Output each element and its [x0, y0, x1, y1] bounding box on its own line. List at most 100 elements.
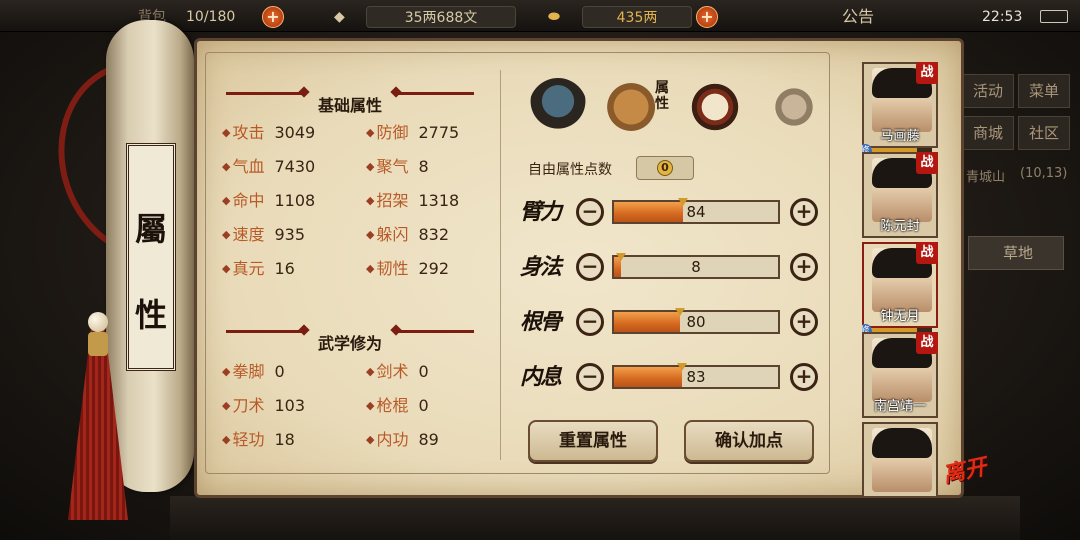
martial-stat-name: 拳脚	[232, 362, 265, 381]
reset-attributes-button[interactable]: 重置属性	[528, 420, 658, 462]
tab-character-hat-icon[interactable]	[529, 78, 587, 136]
martial-stat-value: 0	[418, 362, 429, 381]
basic-stat: ◆ 命中 1108	[222, 190, 315, 212]
diamond-bullet-icon: ◆	[222, 399, 231, 412]
basic-stat-value: 3049	[274, 123, 316, 142]
basic-stat-value: 1318	[418, 191, 460, 210]
martial-stat-value: 0	[418, 396, 429, 415]
decrease-attribute-button[interactable]: −	[576, 198, 604, 226]
martial-stat-value: 18	[274, 430, 295, 449]
bg-menu-menu[interactable]: 菜单	[1018, 74, 1070, 108]
attribute-bar: 8	[612, 253, 780, 279]
diamond-bullet-icon: ◆	[222, 126, 231, 139]
roster-card[interactable]: 战马画藤修	[862, 62, 938, 158]
jade-bead-icon	[88, 312, 108, 332]
roster-card[interactable]	[862, 422, 938, 496]
basic-stat: ◆ 攻击 3049	[222, 122, 315, 144]
diamond-bullet-icon: ◆	[222, 365, 231, 378]
bg-menu-community[interactable]: 社区	[1018, 116, 1070, 150]
attribute-label: 内息	[520, 364, 562, 390]
gold-amount: 435两	[582, 6, 692, 28]
roster-card[interactable]: 战陈元封	[862, 152, 938, 238]
roster-card[interactable]: 战南宫靖一	[862, 332, 938, 418]
diamond-bullet-icon: ◆	[366, 228, 375, 241]
basic-stat-name: 命中	[232, 191, 265, 210]
roster-card[interactable]: 战钟无月修	[862, 242, 938, 338]
basic-stat-value: 1108	[274, 191, 316, 210]
attribute-bar: 84	[612, 198, 780, 224]
attribute-label: 臂力	[520, 199, 562, 225]
basic-stat-name: 气血	[232, 157, 265, 176]
martial-stat: ◆ 剑术 0	[366, 361, 429, 383]
basic-stat: ◆ 招架 1318	[366, 190, 459, 212]
panel-title-plate: 屬 性	[126, 143, 176, 371]
decrease-attribute-button[interactable]: −	[576, 253, 604, 281]
increase-attribute-button[interactable]: +	[790, 198, 818, 226]
basic-stat: ◆ 韧性 292	[366, 258, 449, 280]
bg-location-name: 青城山	[966, 170, 1006, 185]
martial-stat: ◆ 刀术 103	[222, 395, 305, 417]
tab-meridian-body-icon[interactable]	[765, 78, 823, 136]
martial-stat-value: 0	[274, 362, 285, 381]
tab-attributes-label: 属性	[655, 80, 669, 112]
attribute-bar: 80	[612, 308, 780, 334]
diamond-bullet-icon: ◆	[222, 433, 231, 446]
battery-icon	[1040, 10, 1068, 23]
basic-stat-name: 韧性	[376, 259, 409, 278]
martial-title: 武学修为	[317, 334, 382, 353]
basic-stat: ◆ 气血 7430	[222, 156, 315, 178]
character-name: 钟无月	[880, 309, 920, 324]
martial-stat-value: 103	[274, 396, 306, 415]
attribute-label: 身法	[520, 254, 562, 280]
in-battle-badge: 战	[916, 242, 938, 264]
in-battle-badge: 战	[916, 62, 938, 84]
diamond-bullet-icon: ◆	[222, 228, 231, 241]
silver-icon: ◆	[334, 9, 345, 25]
increase-attribute-button[interactable]: +	[790, 363, 818, 391]
basic-stat-value: 8	[418, 157, 429, 176]
gold-topup-button[interactable]: +	[696, 6, 718, 28]
bag-expand-button[interactable]: +	[262, 6, 284, 28]
martial-stat: ◆ 拳脚 0	[222, 361, 285, 383]
tab-taiji-icon[interactable]	[686, 78, 744, 136]
basic-stat: ◆ 真元 16	[222, 258, 295, 280]
ornament-left	[226, 92, 304, 95]
diamond-bullet-icon: ◆	[366, 262, 375, 275]
in-battle-badge: 战	[916, 332, 938, 354]
basic-stat: ◆ 速度 935	[222, 224, 305, 246]
basic-stat-value: 7430	[274, 157, 316, 176]
bg-menu-shop[interactable]: 商城	[962, 116, 1014, 150]
bg-terrain-button[interactable]: 草地	[968, 236, 1064, 270]
basic-stat-name: 招架	[376, 191, 409, 210]
increase-attribute-button[interactable]: +	[790, 253, 818, 281]
bag-count: 10/180	[186, 9, 236, 25]
tassel-knot	[88, 332, 108, 356]
notice-button[interactable]: 公告	[842, 6, 874, 28]
ornament-right	[396, 92, 474, 95]
basic-stat-value: 16	[274, 259, 295, 278]
character-hair	[872, 428, 932, 458]
increase-attribute-button[interactable]: +	[790, 308, 818, 336]
free-points-value: 0	[657, 160, 673, 176]
silver-amount: 35两688文	[366, 6, 516, 28]
basic-stat-value: 935	[274, 225, 306, 244]
panel-title-char-2: 性	[134, 296, 167, 334]
decrease-attribute-button[interactable]: −	[576, 363, 604, 391]
attribute-value: 84	[686, 203, 706, 221]
panel-title-char-1: 屬	[134, 210, 167, 248]
bg-location-coords: (10,13)	[1020, 166, 1068, 181]
basic-stat: ◆ 防御 2775	[366, 122, 459, 144]
basic-stat-name: 速度	[232, 225, 265, 244]
diamond-bullet-icon: ◆	[366, 160, 375, 173]
decrease-attribute-button[interactable]: −	[576, 308, 604, 336]
diamond-bullet-icon: ◆	[222, 262, 231, 275]
diamond-bullet-icon: ◆	[222, 160, 231, 173]
martial-stat-name: 内功	[376, 430, 409, 449]
bg-menu-activity[interactable]: 活动	[962, 74, 1014, 108]
in-battle-badge: 战	[916, 152, 938, 174]
confirm-points-button[interactable]: 确认加点	[684, 420, 814, 462]
diamond-bullet-icon: ◆	[366, 126, 375, 139]
free-points-label: 自由属性点数	[528, 162, 612, 178]
diamond-bullet-icon: ◆	[222, 194, 231, 207]
leave-button[interactable]: 离开	[939, 447, 1000, 507]
